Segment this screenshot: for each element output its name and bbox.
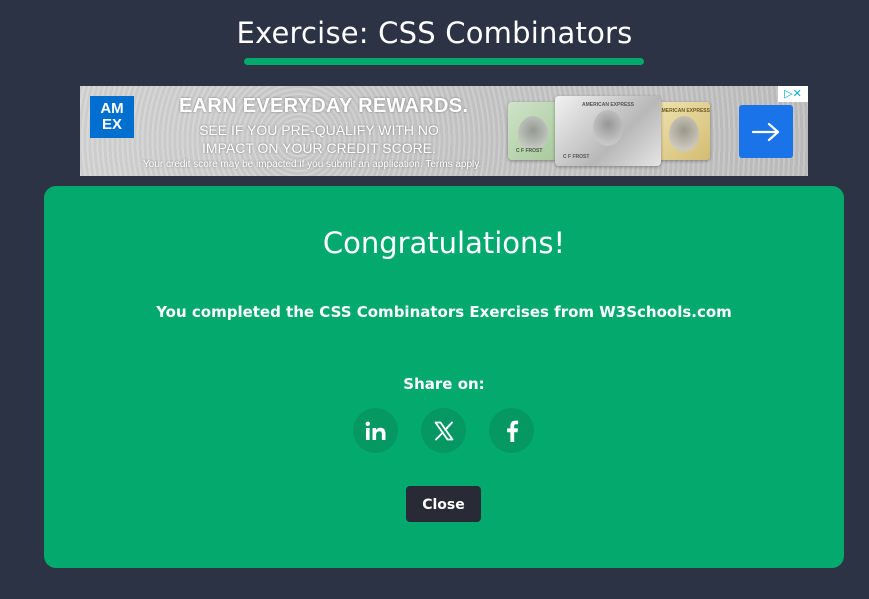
card-brand: AMERICAN EXPRESS [582,102,634,108]
credit-card-image: AMERICAN EXPRESS [658,102,710,160]
card-brand: AMERICAN EXPRESS [658,108,710,114]
modal-heading: Congratulations! [322,226,566,260]
title-underline [244,58,644,65]
completion-message: You completed the CSS Combinators Exerci… [156,303,732,321]
share-linkedin-button[interactable] [353,408,398,453]
arrow-right-icon [751,122,780,141]
card-portrait [593,110,623,146]
amex-logo: AM EX [90,96,134,138]
page: Exercise: CSS Combinators AM EX EARN EVER… [0,0,869,599]
x-icon [434,421,453,440]
credit-card-image: C F FROST [508,102,558,160]
linkedin-icon [365,421,385,440]
ad-subline: SEE IF YOU PRE-QUALIFY WITH NO IMPACT ON… [199,122,439,156]
card-holder: C F FROST [516,148,543,154]
ad-fine-print: Your credit score may be impacted if you… [143,159,482,170]
ad-banner[interactable]: AM EX EARN EVERYDAY REWARDS. SEE IF YOU P… [80,86,808,176]
ad-arrow-button[interactable] [739,105,793,158]
close-button[interactable]: Close [406,486,481,522]
share-label: Share on: [403,375,485,393]
card-holder: C F FROST [563,154,590,160]
ad-choices-icon[interactable]: ▷✕ [778,86,808,102]
ad-headline: EARN EVERYDAY REWARDS. [179,95,469,117]
share-x-button[interactable] [421,408,466,453]
card-portrait [518,116,548,152]
facebook-icon [506,420,518,442]
credit-card-image: AMERICAN EXPRESS C F FROST [555,96,661,166]
page-title: Exercise: CSS Combinators [236,16,633,50]
card-portrait [669,116,699,152]
congratulations-modal: Congratulations! You completed the CSS C… [44,186,844,568]
share-facebook-button[interactable] [489,408,534,453]
